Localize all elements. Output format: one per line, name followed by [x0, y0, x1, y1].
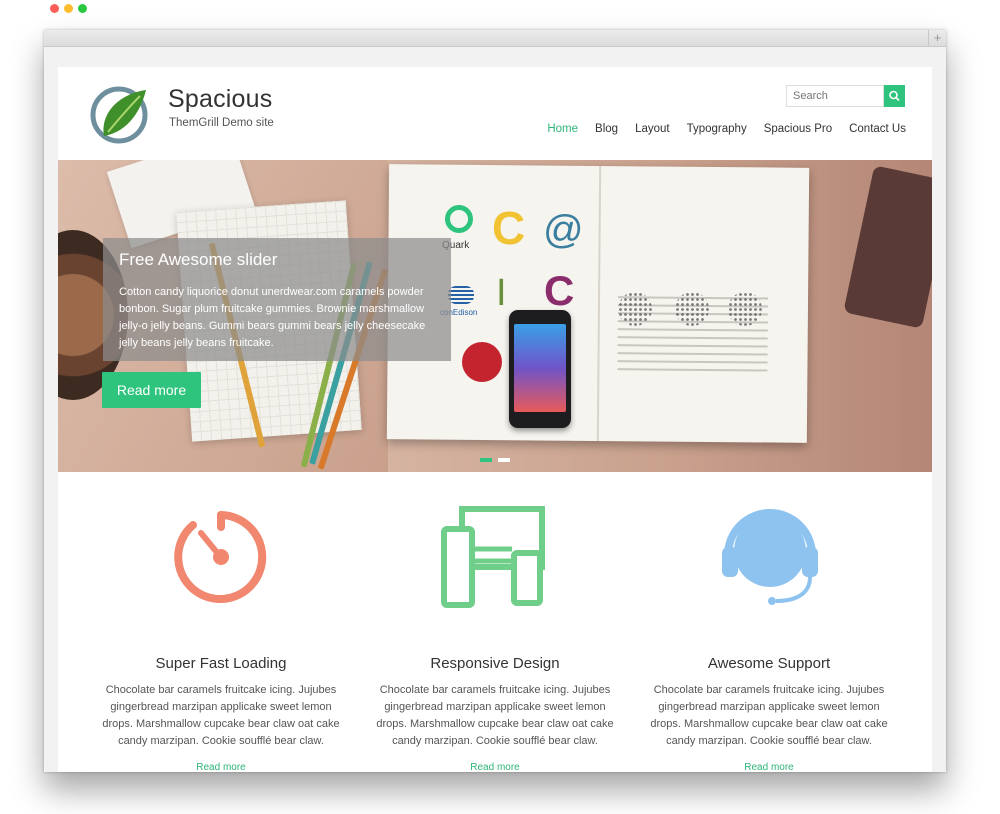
nav-item-home[interactable]: Home — [547, 123, 578, 135]
site-description: ThemGrill Demo site — [169, 117, 274, 129]
slider-pager-1[interactable] — [480, 458, 492, 462]
slider-pager-2[interactable] — [498, 458, 510, 462]
site-logo-icon[interactable] — [90, 84, 148, 146]
new-tab-button[interactable]: + — [928, 30, 946, 47]
slide-read-more-button[interactable]: Read more — [102, 372, 201, 408]
letter-c-purple-logo-icon: C — [544, 267, 575, 314]
feature-read-more-link[interactable]: Read more — [370, 762, 620, 772]
book-spine — [596, 166, 602, 442]
feature-title: Responsive Design — [430, 655, 560, 672]
feature-title: Super Fast Loading — [155, 655, 287, 672]
stopwatch-icon — [174, 511, 267, 603]
feature-text: Chocolate bar caramels fruitcake icing. … — [650, 684, 888, 747]
devices-icon — [441, 506, 545, 608]
feature-awesome-support: Awesome Support Chocolate bar caramels f… — [644, 487, 894, 772]
halftone-pattern-icon — [728, 292, 762, 326]
letter-a-logo-icon: @ — [543, 208, 584, 252]
feature-super-fast-loading: Super Fast Loading Chocolate bar caramel… — [96, 487, 346, 772]
plant-logo-icon: I — [496, 272, 507, 314]
halftone-pattern-icon — [675, 292, 709, 326]
browser-titlebar — [44, 30, 946, 47]
tablet-image — [843, 165, 932, 329]
conedison-logo-icon — [448, 286, 474, 304]
hero-slider[interactable]: Quark C @ conEdison I C Free Awesome sli… — [58, 160, 932, 472]
phone-screen — [514, 324, 566, 412]
headset-icon — [722, 509, 818, 605]
close-window-button[interactable] — [50, 4, 59, 13]
halftone-pattern-icon — [618, 292, 652, 326]
nav-item-layout[interactable]: Layout — [635, 123, 670, 135]
quark-logo-icon — [445, 205, 473, 233]
nav-item-spacious-pro[interactable]: Spacious Pro — [764, 123, 832, 135]
nav-item-blog[interactable]: Blog — [595, 123, 618, 135]
site-title[interactable]: Spacious — [168, 85, 272, 114]
feature-read-more-link[interactable]: Read more — [644, 762, 894, 772]
feature-text: Chocolate bar caramels fruitcake icing. … — [376, 684, 614, 747]
search-icon — [889, 90, 900, 102]
phone-image — [509, 310, 571, 428]
feature-text: Chocolate bar caramels fruitcake icing. … — [102, 684, 340, 747]
web-page: Spacious ThemGrill Demo site Home Blog L… — [58, 67, 932, 772]
nav-item-typography[interactable]: Typography — [687, 123, 747, 135]
search-input[interactable] — [786, 85, 884, 107]
search-button[interactable] — [884, 85, 905, 107]
main-navigation: Home Blog Layout Typography Spacious Pro… — [530, 123, 906, 135]
slide-description: Cotton candy liquorice donut unerdwear.c… — [119, 286, 426, 349]
lg-logo-icon — [462, 342, 502, 382]
feature-title: Awesome Support — [707, 655, 831, 672]
feature-responsive-design: Responsive Design Chocolate bar caramels… — [370, 487, 620, 772]
nav-item-contact-us[interactable]: Contact Us — [849, 123, 906, 135]
maximize-window-button[interactable] — [78, 4, 87, 13]
feature-read-more-link[interactable]: Read more — [96, 762, 346, 772]
minimize-window-button[interactable] — [64, 4, 73, 13]
letter-c-logo-icon: C — [492, 202, 526, 254]
slide-title: Free Awesome slider — [119, 250, 278, 269]
